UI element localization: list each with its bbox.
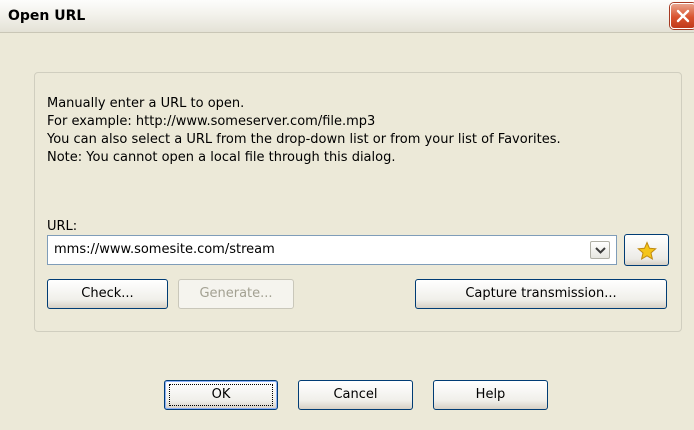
- favorites-button[interactable]: [624, 234, 669, 266]
- cancel-button[interactable]: Cancel: [298, 380, 413, 410]
- info-text: Manually enter a URL to open. For exampl…: [47, 95, 561, 167]
- check-button[interactable]: Check...: [47, 279, 168, 309]
- open-url-dialog: Open URL Manually enter a URL to open. F…: [0, 0, 694, 430]
- ok-button[interactable]: OK: [164, 380, 278, 410]
- ok-button-label: OK: [211, 387, 231, 402]
- star-icon: [637, 241, 657, 261]
- info-line-1: Manually enter a URL to open.: [47, 96, 245, 111]
- check-button-label: Check...: [81, 286, 134, 301]
- title-bar: Open URL: [0, 0, 694, 33]
- cancel-button-label: Cancel: [333, 387, 378, 402]
- generate-button-label: Generate...: [199, 286, 273, 301]
- close-button[interactable]: [670, 3, 694, 29]
- dialog-title: Open URL: [8, 8, 86, 24]
- help-button[interactable]: Help: [433, 380, 548, 410]
- url-dropdown-button[interactable]: [590, 241, 610, 259]
- capture-transmission-button[interactable]: Capture transmission...: [415, 279, 667, 309]
- url-input[interactable]: mms://www.somesite.com/stream: [54, 242, 275, 257]
- info-line-4: Note: You cannot open a local file throu…: [47, 150, 396, 165]
- info-line-3: You can also select a URL from the drop-…: [47, 132, 561, 147]
- url-combobox[interactable]: mms://www.somesite.com/stream: [47, 235, 617, 265]
- chevron-down-icon: [595, 247, 606, 254]
- url-label: URL:: [47, 219, 78, 234]
- info-line-2: For example: http://www.someserver.com/f…: [47, 114, 376, 129]
- generate-button[interactable]: Generate...: [178, 279, 294, 309]
- close-icon: [676, 9, 690, 23]
- capture-button-label: Capture transmission...: [465, 286, 617, 301]
- help-button-label: Help: [475, 387, 506, 402]
